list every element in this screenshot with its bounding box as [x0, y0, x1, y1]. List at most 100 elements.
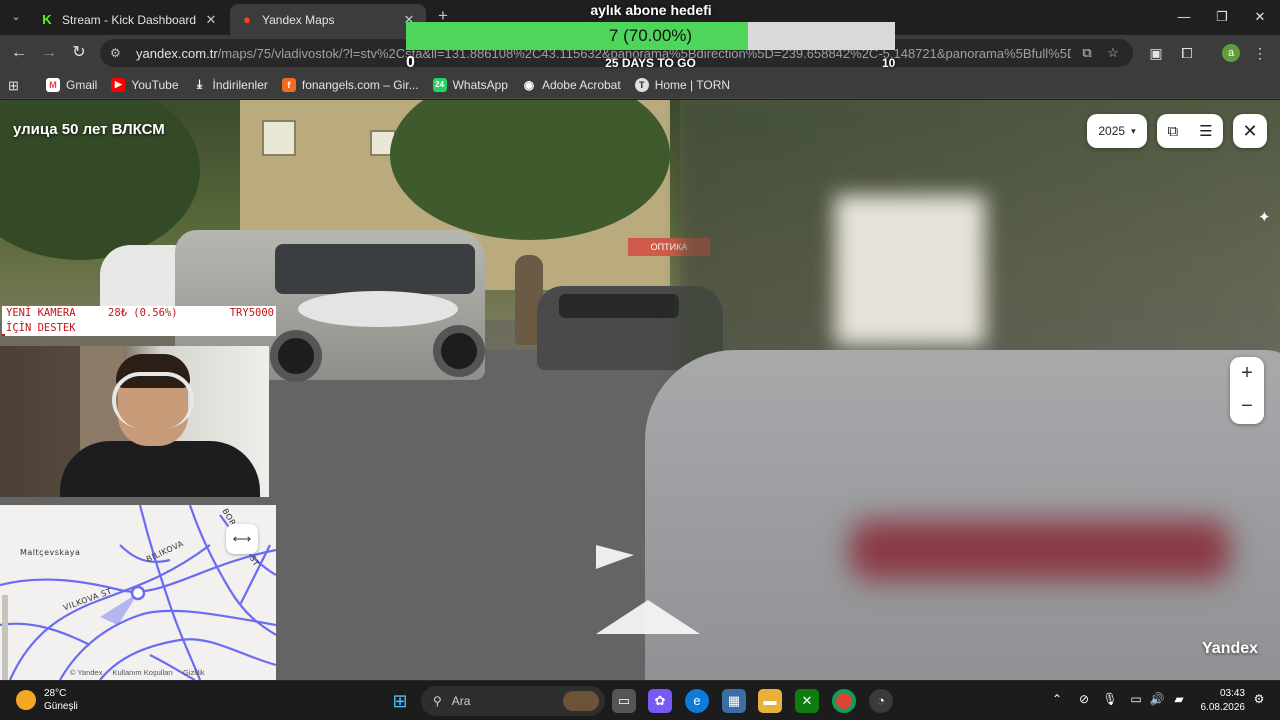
windows-start-icon[interactable]: ⊞ [388, 689, 412, 713]
terms-link[interactable]: Kullanım Koşulları [112, 668, 172, 677]
yandex-maps-icon: ● [243, 12, 251, 27]
wheel [270, 330, 322, 382]
close-window-button[interactable]: ✕ [1237, 0, 1280, 34]
weather-widget[interactable]: 28°C Güneşli [16, 687, 78, 713]
url-host: yandex.com.tr [136, 45, 218, 61]
close-tab-icon[interactable]: ✕ [204, 12, 218, 28]
camera-goal-progress: 28₺ (0.56%) [108, 307, 178, 319]
bookmarks-bar: ⊞ M Gmail ▶ YouTube ⤓ İndirilenler f fon… [0, 71, 1280, 99]
obs-icon[interactable]: ◔ [869, 689, 893, 713]
zoom-out-button[interactable]: − [1230, 390, 1264, 423]
system-clock[interactable]: 03:43 6.08.2026 [1195, 687, 1246, 715]
chrome-icon[interactable] [832, 689, 856, 713]
download-icon: ⤓ [196, 77, 203, 91]
zoom-controls: + − [1230, 357, 1264, 424]
camera-goal-progress-bar [2, 334, 5, 336]
subscriber-goal-bar: 7 (70.00%) [406, 22, 895, 50]
streamer-body [60, 441, 260, 497]
hatchback-window [559, 294, 679, 318]
year-selector[interactable]: 2025 ▾ [1087, 114, 1147, 148]
gmail-icon: M [46, 77, 60, 92]
network-off-icon[interactable]: ⊘ [1075, 692, 1093, 706]
torn-icon: T [634, 77, 649, 92]
blurred-vehicle [835, 195, 985, 345]
sparkle-icon[interactable]: ✦ [1258, 208, 1280, 232]
task-view-icon[interactable]: ▭ [612, 689, 636, 713]
bookmark-torn[interactable]: T Home | TORN [634, 77, 730, 92]
navigation-arrow[interactable] [596, 545, 634, 569]
whatsapp-icon: 24 [432, 77, 447, 92]
microphone-icon[interactable]: 🎙 [1101, 692, 1119, 706]
suv-window [275, 244, 475, 294]
file-explorer-icon[interactable]: ▬ [758, 689, 782, 713]
install-app-icon[interactable]: ⧉ [1077, 45, 1097, 61]
edge-browser-icon[interactable]: e [685, 689, 709, 713]
zoom-in-button[interactable]: + [1230, 357, 1264, 390]
kick-logo-icon: K [40, 12, 54, 27]
navigation-arrow[interactable] [596, 600, 700, 634]
back-button[interactable]: ← [7, 41, 31, 65]
search-icon: ⚲ [433, 694, 442, 708]
reload-button[interactable]: ↻ [67, 41, 91, 65]
display-icon[interactable]: ▭ [1127, 692, 1145, 706]
webcam-feed [0, 346, 269, 497]
search-placeholder: Ara [451, 694, 471, 708]
windows-taskbar: 28°C Güneşli ⊞ ⚲ Ara ▭ ✿ e ▦ ▬ ✕ ◔ ⌃ ⊘ 🎙… [0, 680, 1280, 720]
youtube-icon: ▶ [111, 77, 126, 92]
bookmark-youtube[interactable]: ▶ YouTube [111, 77, 179, 92]
extensions-puzzle-icon[interactable]: ⧠ [1177, 43, 1197, 63]
close-panorama-button[interactable]: ✕ [1233, 114, 1267, 148]
copilot-icon[interactable]: ✿ [648, 689, 672, 713]
bookmark-star-icon[interactable]: ☆ [1103, 45, 1123, 61]
microsoft-store-icon[interactable]: ▦ [722, 689, 746, 713]
open-external-icon[interactable]: ⧉ [1167, 123, 1178, 140]
weather-temperature: 28°C [44, 688, 67, 699]
view-controls: ⧉ ☰ [1157, 114, 1223, 148]
sunny-icon [16, 690, 36, 710]
bookmark-fonangels[interactable]: f fonangels.com – Gir... [281, 77, 419, 92]
apps-grid-icon[interactable]: ⊞ [8, 78, 22, 93]
building-window [262, 120, 296, 156]
map-place-label: Maltçevskaya [20, 548, 81, 557]
camera-donation-goal: YENİ KAMERA İÇİN DESTEK 28₺ (0.56%) TRY5… [2, 306, 276, 336]
speaker-icon[interactable]: 🔊 [1148, 692, 1166, 706]
tab-title: Stream - Kick Dashboard [62, 12, 197, 27]
menu-icon[interactable]: ☰ [1199, 122, 1212, 140]
battery-icon[interactable]: ▰ [1170, 692, 1188, 706]
subscriber-goal-text: 7 (70.00%) [608, 26, 693, 45]
extension-icon[interactable]: ▣ [1146, 43, 1166, 63]
xbox-icon[interactable]: ✕ [795, 689, 819, 713]
tab-title: Yandex Maps [262, 12, 335, 27]
taskbar-search[interactable]: ⚲ Ara [421, 686, 605, 716]
bookmark-adobe-acrobat[interactable]: ◉ Adobe Acrobat [522, 78, 621, 92]
profile-avatar[interactable]: a [1222, 44, 1240, 62]
year-value: 2025 [1098, 124, 1126, 138]
search-highlight-image [563, 691, 599, 711]
bookmark-gmail[interactable]: M Gmail [46, 77, 97, 92]
tab-yandex-maps[interactable]: ● Yandex Maps ✕ [230, 4, 426, 35]
wheel [433, 325, 485, 377]
notifications-icon[interactable]: ⚙ [1250, 692, 1268, 706]
site-info-icon[interactable]: ⚙ [110, 46, 126, 60]
goal-max-label: 10 [882, 56, 896, 70]
chevron-down-icon: ▾ [1131, 125, 1136, 136]
goal-days-remaining: 25 DAYS TO GO [605, 56, 696, 70]
blurred-taillight [850, 520, 1230, 580]
more-menu-icon[interactable]: ⋮ [1250, 43, 1270, 63]
bookmark-whatsapp[interactable]: 24 WhatsApp [432, 77, 508, 92]
privacy-link[interactable]: Gizlilik [183, 668, 205, 677]
headset [112, 372, 194, 428]
yandex-logo: Yandex [1202, 640, 1259, 657]
show-hidden-icons[interactable]: ⌃ [1048, 692, 1066, 706]
silver-car-foreground [645, 350, 1280, 680]
forward-button[interactable]: → [37, 41, 61, 65]
bookmark-downloads[interactable]: ⤓ İndirilenler [193, 77, 268, 92]
weather-condition: Güneşli [44, 701, 78, 712]
camera-goal-line1: YENİ KAMERA [6, 307, 76, 319]
expand-map-icon[interactable]: ⟷ [226, 524, 258, 554]
tab-kick-dashboard[interactable]: K Stream - Kick Dashboard ✕ [30, 4, 228, 35]
subscriber-goal-title: aylık abone hedefi [590, 2, 712, 18]
map-footer: © Yandex Kullanım Koşulları Gizlilik [70, 668, 213, 677]
camera-goal-target: TRY5000 [229, 307, 274, 319]
tab-search-menu-icon[interactable]: ⌄ [6, 7, 26, 27]
